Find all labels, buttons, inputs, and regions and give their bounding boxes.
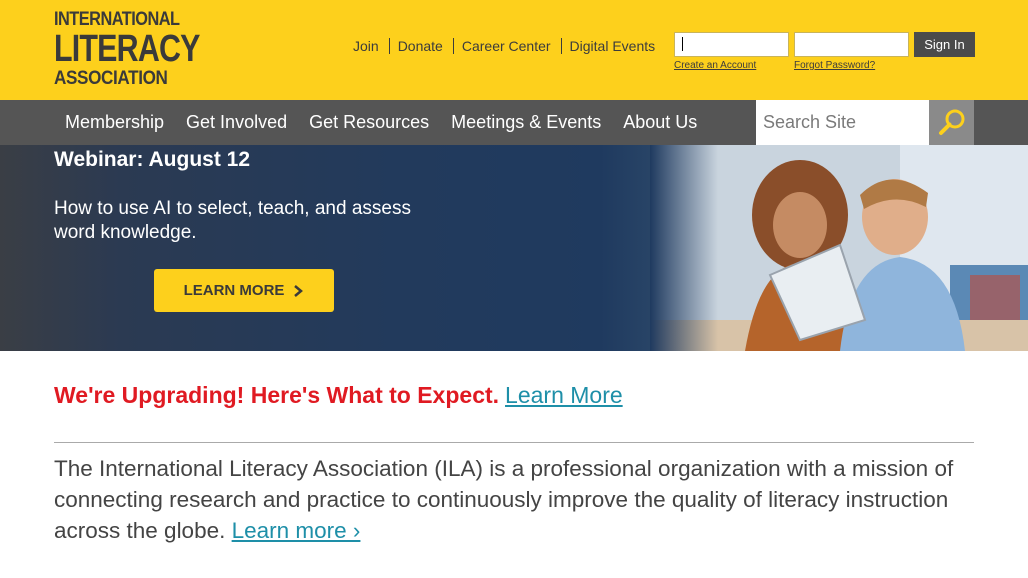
separator: [560, 38, 562, 54]
search-input[interactable]: [756, 100, 929, 145]
search-icon: [938, 109, 964, 135]
sign-in-button[interactable]: Sign In: [914, 32, 975, 57]
nav-item-membership[interactable]: Membership: [54, 112, 175, 133]
nav-item-get-involved[interactable]: Get Involved: [175, 112, 298, 133]
forgot-password-link[interactable]: Forgot Password?: [794, 60, 875, 71]
logo-line-2: LITERACY: [54, 28, 200, 70]
mission-statement: The International Literacy Association (…: [54, 453, 954, 546]
mission-text: The International Literacy Association (…: [54, 456, 954, 543]
separator: [388, 38, 390, 54]
career-center-link[interactable]: Career Center: [462, 38, 551, 54]
nav-item-about-us[interactable]: About Us: [612, 112, 708, 133]
announcement-text: We're Upgrading! Here's What to Expect.: [54, 382, 500, 408]
hero-banner: Webinar: August 12 How to use AI to sele…: [0, 145, 1028, 351]
hero-description: How to use AI to select, teach, and asse…: [54, 198, 411, 243]
announcement-learn-more-link[interactable]: Learn More: [505, 382, 623, 408]
join-link[interactable]: Join: [353, 38, 379, 54]
digital-events-link[interactable]: Digital Events: [570, 38, 656, 54]
learn-more-button[interactable]: LEARN MORE: [154, 269, 334, 312]
text-caret: [682, 37, 683, 51]
logo-line-1: INTERNATIONAL: [54, 9, 180, 30]
ila-logo[interactable]: INTERNATIONAL LITERACY ASSOCIATION: [54, 9, 200, 89]
nav-item-get-resources[interactable]: Get Resources: [298, 112, 440, 133]
mission-learn-more-link[interactable]: Learn more ›: [232, 518, 361, 543]
nav-items: Membership Get Involved Get Resources Me…: [54, 100, 708, 145]
username-field[interactable]: [674, 32, 789, 57]
logo-line-3: ASSOCIATION: [54, 68, 168, 89]
chevron-right-icon: [294, 284, 304, 297]
divider: [54, 442, 974, 443]
donate-link[interactable]: Donate: [398, 38, 443, 54]
hero-photo: [650, 145, 1028, 351]
search-button[interactable]: [929, 100, 974, 145]
hero-title: Webinar: August 12: [54, 148, 251, 171]
nav-item-meetings-events[interactable]: Meetings & Events: [440, 112, 612, 133]
create-account-link[interactable]: Create an Account: [674, 60, 756, 71]
password-field[interactable]: [794, 32, 909, 57]
upgrade-announcement: We're Upgrading! Here's What to Expect. L…: [54, 382, 623, 409]
separator: [452, 38, 454, 54]
utility-links: Join Donate Career Center Digital Events: [353, 38, 655, 54]
learn-more-label: LEARN MORE: [183, 282, 285, 299]
